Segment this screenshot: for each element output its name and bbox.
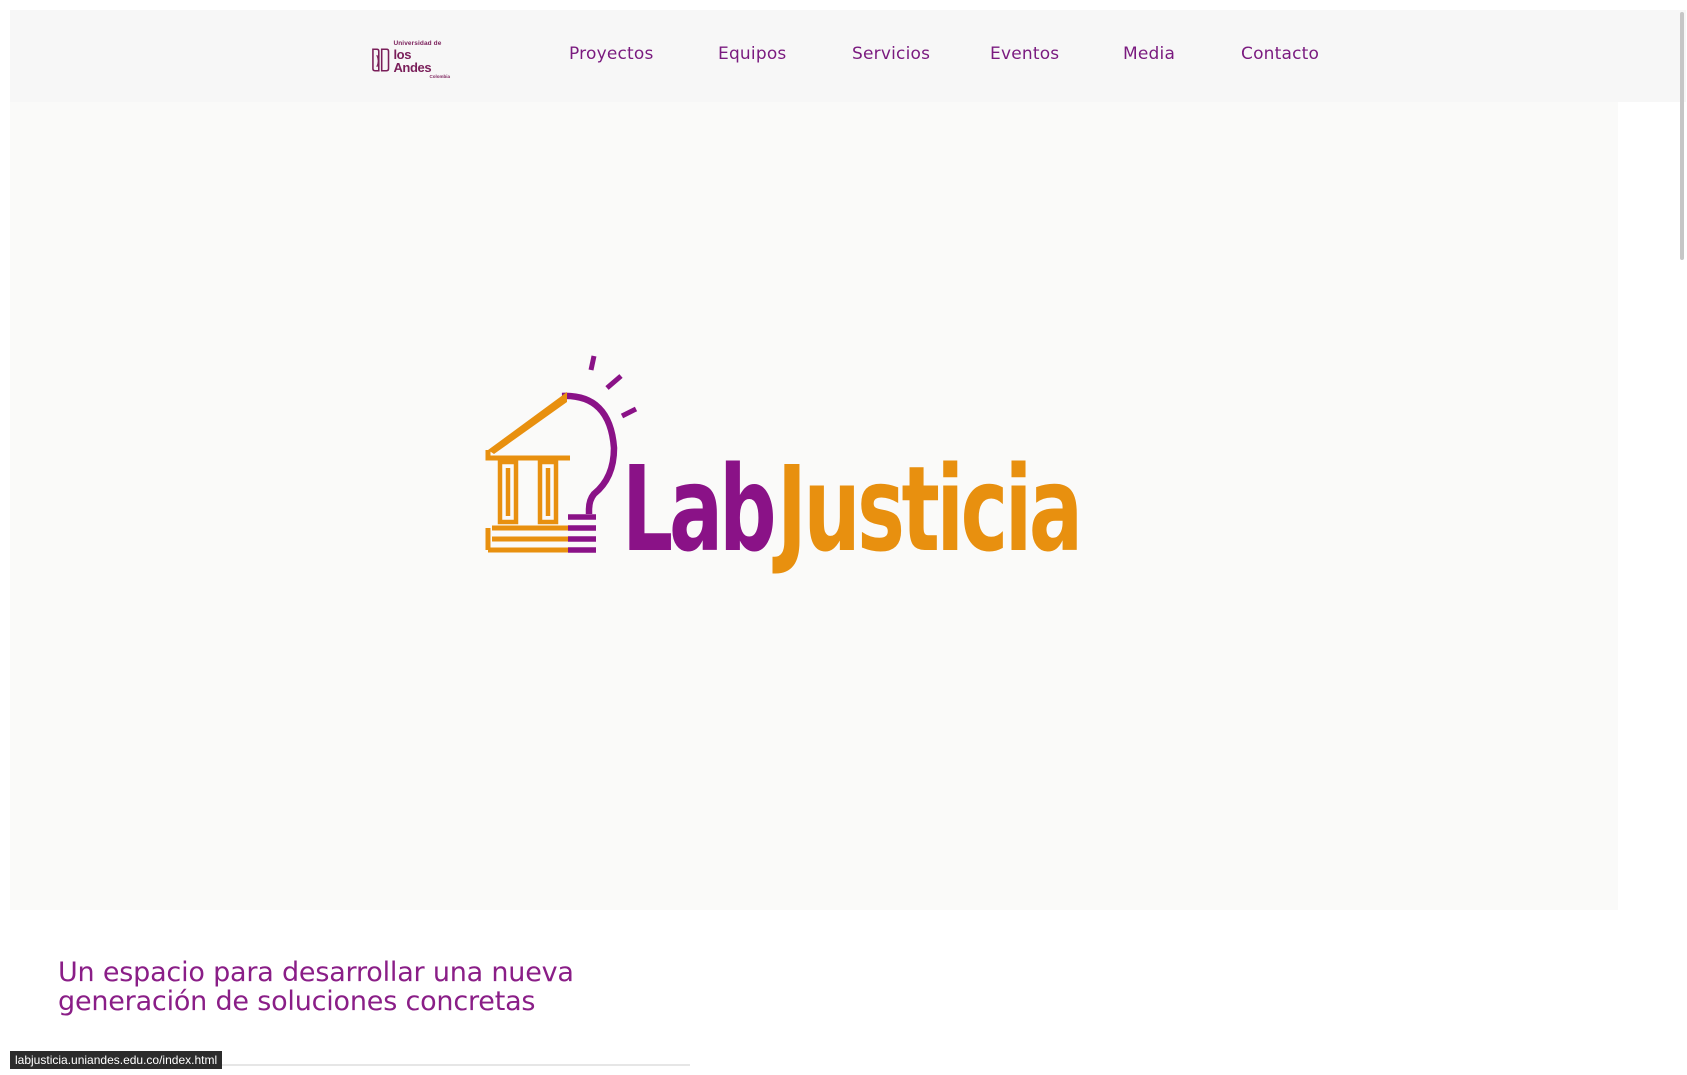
nav-link-proyectos[interactable]: Proyectos [569,44,654,64]
labjusticia-logo: Lab Justicia [10,102,1618,910]
main-nav: Proyectos Equipos Servicios Eventos Medi… [10,10,1686,102]
site-header: Universidad de los Andes Colombia Proyec… [10,10,1686,102]
logo-text-justicia: Justicia [772,440,1079,578]
logo-text-lab: Lab [622,440,773,578]
scrollbar-thumb[interactable] [1680,12,1684,260]
nav-link-contacto[interactable]: Contacto [1241,44,1319,64]
courthouse-lightbulb-icon: Lab Justicia [485,355,1083,578]
hero-banner: Lab Justicia [10,102,1618,910]
nav-link-media[interactable]: Media [1123,44,1175,64]
link-preview-status: labjusticia.uniandes.edu.co/index.html [10,1051,223,1069]
nav-link-eventos[interactable]: Eventos [990,44,1059,64]
nav-link-equipos[interactable]: Equipos [718,44,786,64]
intro-tagline-line2: generación de soluciones concretas [58,986,536,1017]
nav-link-servicios[interactable]: Servicios [852,44,930,64]
intro-tagline: Un espacio para desarrollar una nueva ge… [58,958,698,1016]
intro-tagline-line1: Un espacio para desarrollar una nueva [58,957,574,988]
